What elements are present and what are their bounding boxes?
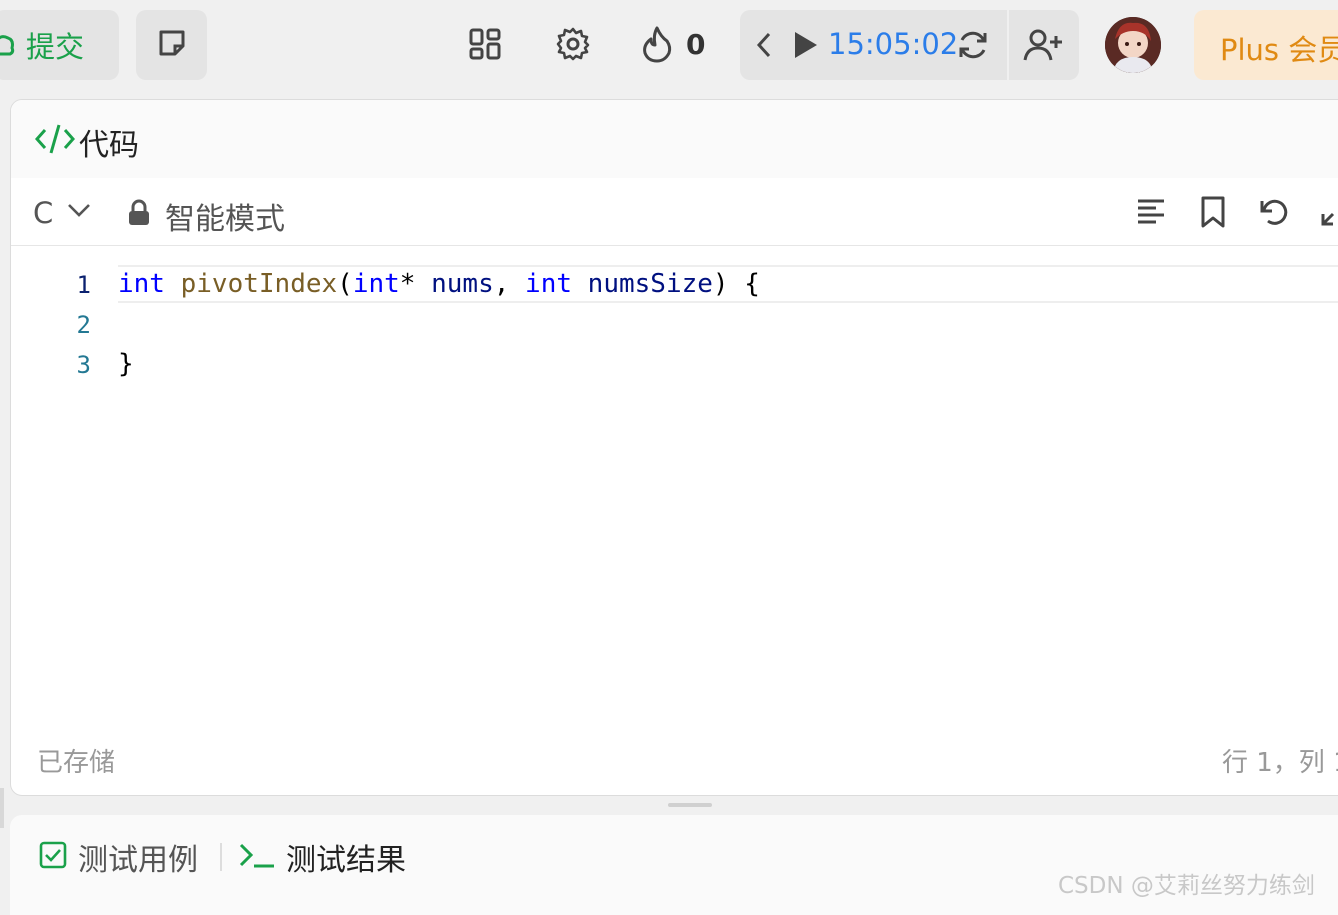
editor-status-bar: 已存储 行 1，列 1 — [11, 740, 1338, 780]
cloud-upload-icon — [0, 30, 16, 60]
code-token: ) { — [712, 269, 760, 299]
panel-title: 代码 — [79, 128, 139, 163]
code-line: 3 } — [11, 345, 1338, 385]
code-token: nums — [431, 269, 494, 299]
tab-result[interactable]: 测试结果 — [238, 835, 406, 879]
cursor-position: 行 1，列 1 — [1222, 748, 1338, 778]
chevron-left-icon[interactable] — [754, 30, 774, 64]
tab-testcase[interactable]: 测试用例 — [38, 835, 198, 879]
code-token: , — [493, 269, 526, 299]
plus-label: Plus 会员 — [1220, 33, 1338, 67]
code-panel: 代码 C 智能模式 1 int pivotIndex(int* nums, in… — [10, 99, 1338, 796]
gear-icon[interactable] — [551, 22, 595, 66]
bookmark-icon[interactable] — [1195, 194, 1231, 230]
code-token: numsSize — [587, 269, 713, 299]
bottom-panel: 测试用例 测试结果 — [10, 815, 1338, 915]
line-number: 1 — [76, 271, 91, 299]
code-text: } — [118, 349, 134, 379]
fire-count: 0 — [686, 28, 706, 61]
avatar[interactable] — [1105, 17, 1161, 73]
save-status: 已存储 — [37, 748, 116, 778]
tab-result-label: 测试结果 — [286, 843, 406, 878]
editor-toolbar: C 智能模式 — [11, 178, 1338, 246]
code-line: 2 — [11, 305, 1338, 345]
code-text: int pivotIndex(int* nums, int numsSize) … — [118, 269, 760, 299]
checkbox-icon — [38, 840, 68, 874]
mode-label[interactable]: 智能模式 — [165, 194, 285, 238]
play-icon[interactable] — [792, 29, 820, 65]
divider — [1007, 10, 1009, 80]
note-button[interactable] — [136, 10, 207, 80]
code-token: * — [399, 269, 432, 299]
code-token: int — [352, 269, 400, 299]
code-token: ( — [337, 269, 353, 299]
timer-display: 15:05:02 — [828, 27, 959, 61]
add-user-icon[interactable] — [1023, 27, 1065, 67]
code-line: 1 int pivotIndex(int* nums, int numsSize… — [11, 265, 1338, 305]
chevron-down-icon[interactable] — [67, 200, 91, 224]
code-token: pivotIndex — [180, 269, 338, 299]
language-select[interactable]: C — [33, 196, 53, 230]
undo-reset-icon[interactable] — [1256, 194, 1292, 230]
code-token: } — [118, 349, 134, 379]
expand-icon[interactable] — [1317, 194, 1338, 230]
watermark: CSDN @艾莉丝努力练剑 — [1058, 873, 1315, 899]
layout-grid-icon[interactable] — [463, 22, 507, 66]
top-toolbar: 提交 0 15:05:02 Plus 会员 — [0, 0, 1338, 92]
code-panel-header: 代码 — [11, 100, 1338, 178]
code-icon — [34, 122, 76, 160]
line-number: 2 — [76, 311, 91, 339]
code-token: int — [118, 269, 165, 299]
timer-group: 15:05:02 — [740, 10, 1079, 80]
left-edge-divider — [0, 788, 4, 828]
terminal-icon — [238, 840, 276, 874]
tab-testcase-label: 测试用例 — [78, 843, 198, 878]
lock-icon — [127, 199, 151, 231]
code-token: int — [525, 269, 573, 299]
submit-button[interactable]: 提交 — [0, 10, 119, 80]
tab-divider — [220, 843, 222, 871]
line-number: 3 — [76, 351, 91, 379]
plus-membership-button[interactable]: Plus 会员 — [1194, 10, 1338, 80]
format-align-icon[interactable] — [1133, 194, 1169, 230]
code-editor[interactable]: 1 int pivotIndex(int* nums, int numsSize… — [11, 247, 1338, 727]
note-icon — [156, 27, 188, 63]
resize-handle[interactable] — [668, 803, 712, 807]
fire-icon[interactable] — [635, 22, 679, 66]
refresh-icon[interactable] — [956, 28, 990, 66]
submit-label: 提交 — [26, 30, 85, 64]
